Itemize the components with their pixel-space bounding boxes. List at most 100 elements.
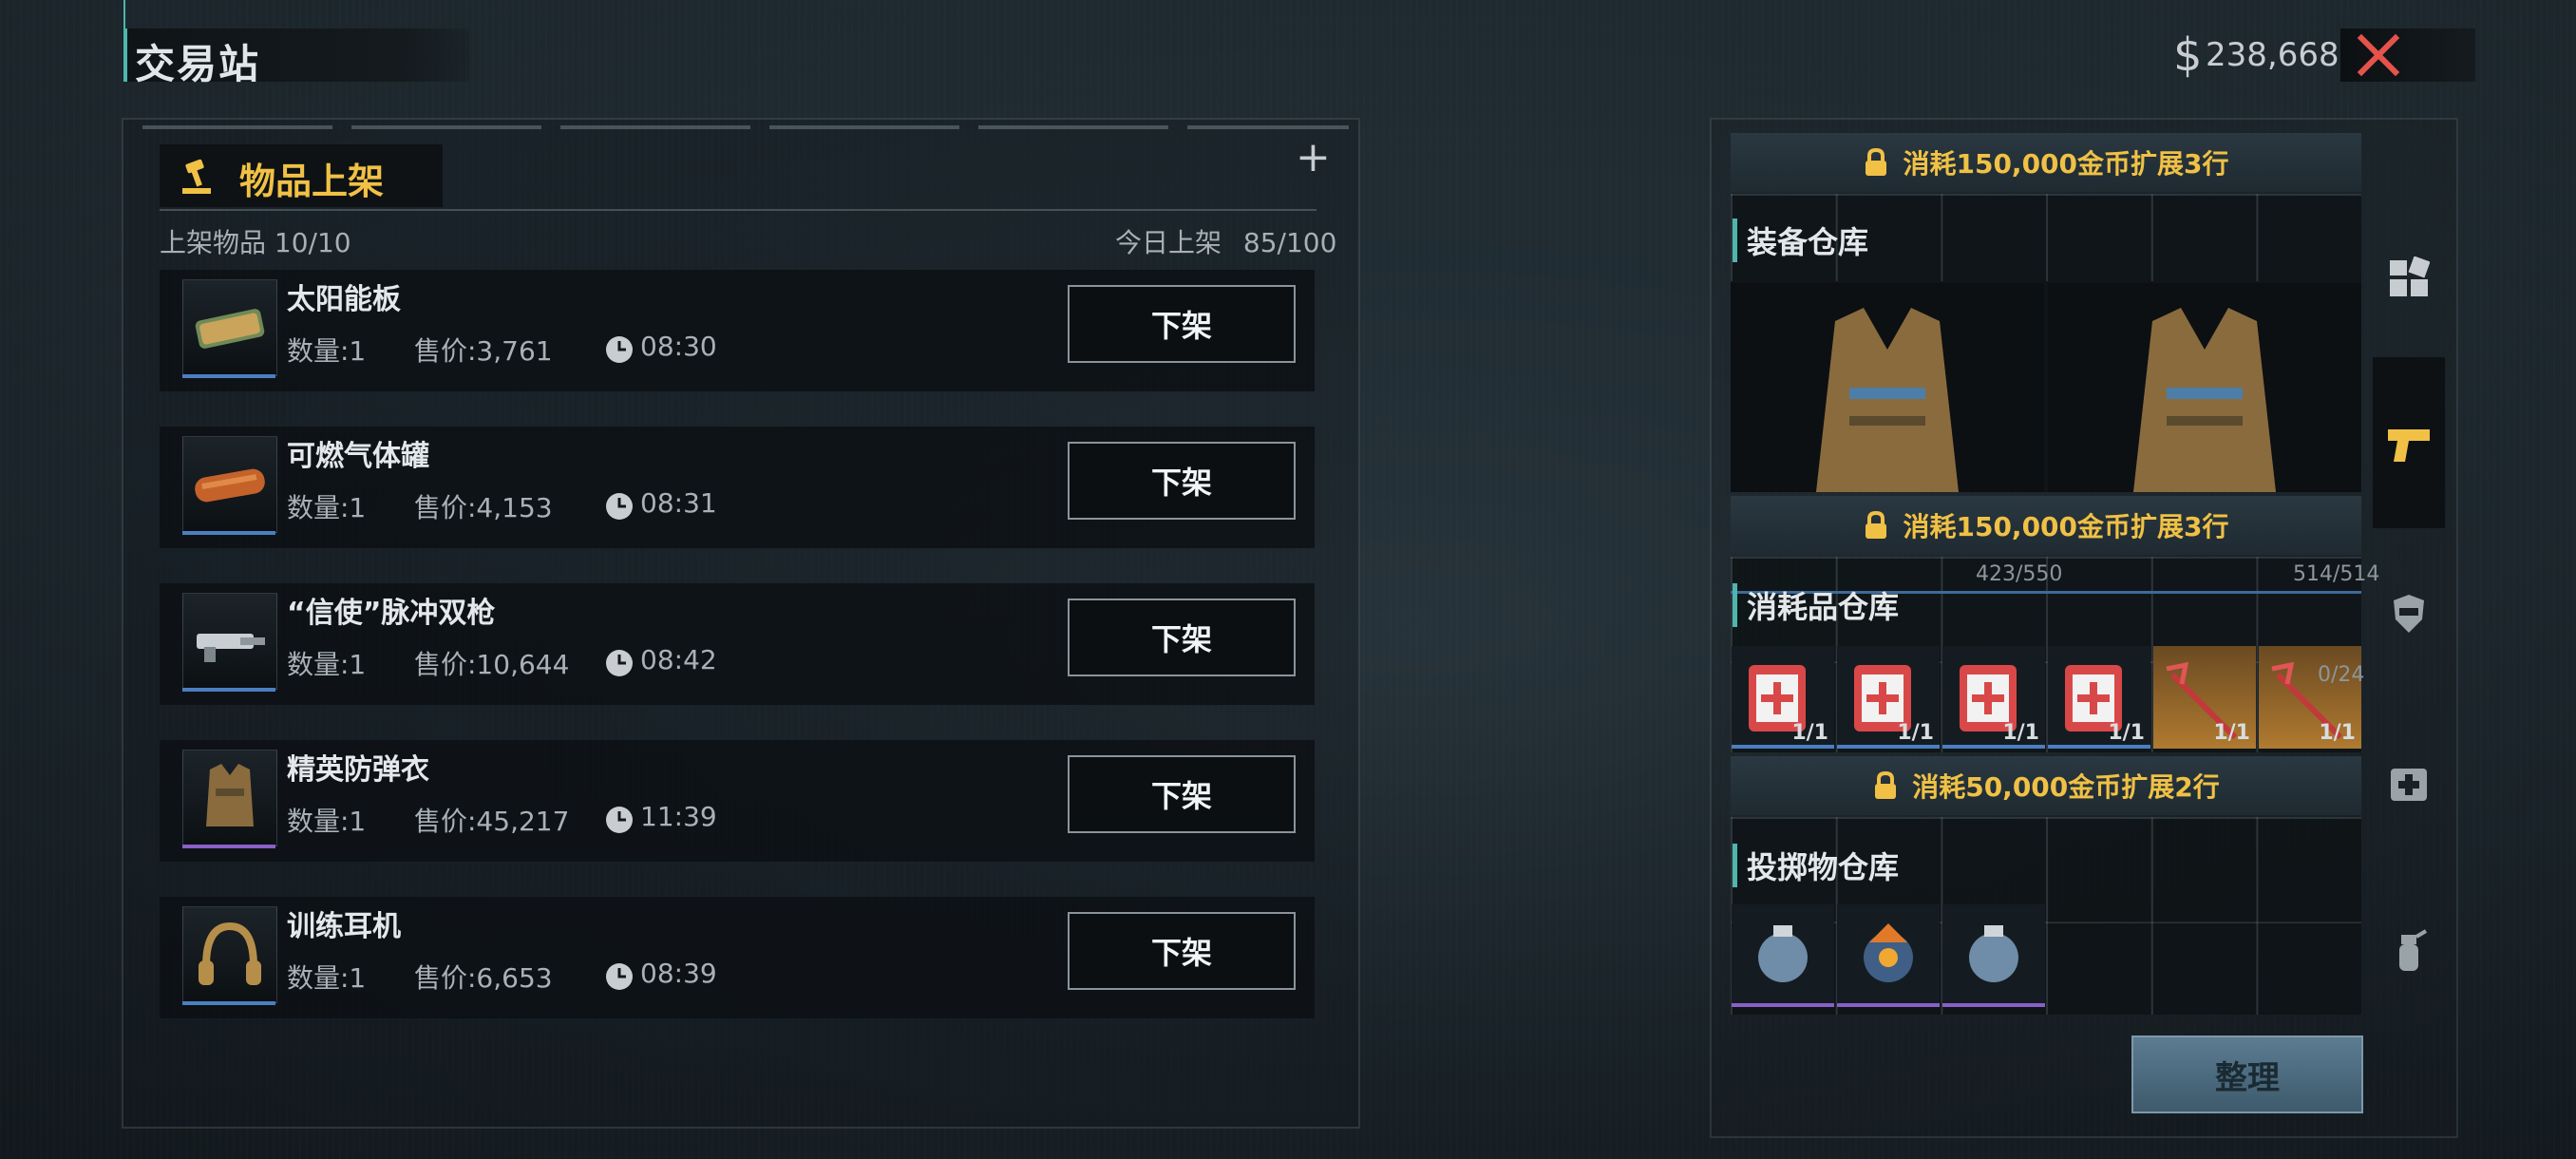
tab-all[interactable] [2375, 243, 2443, 312]
explosive-grenade-icon [1864, 923, 1913, 982]
body-armor-icon [2133, 308, 2276, 492]
rarity-bar [182, 374, 275, 378]
item-quantity: 数量:1 [287, 649, 367, 680]
expand-rows-button[interactable]: 消耗50,000金币扩展2行 [1731, 756, 2361, 815]
item-name: 训练耳机 [287, 910, 401, 943]
solar-panel-icon [195, 309, 265, 349]
listing-row: 可燃气体罐 数量:1 售价:4,153 08:31 下架 [160, 427, 1315, 548]
inventory-slot[interactable]: 0/24 1/1 [2259, 646, 2364, 749]
lock-icon [1875, 770, 1897, 799]
item-time: 08:39 [640, 958, 717, 989]
inventory-slot[interactable] [1732, 904, 1834, 1007]
tab-armor[interactable] [2375, 580, 2443, 648]
item-price: 售价:4,153 [414, 492, 553, 523]
item-time: 08:31 [640, 487, 717, 519]
item-name: “信使”脉冲双枪 [287, 597, 496, 630]
rarity-bar [182, 845, 275, 848]
slot-count: 1/1 [2213, 721, 2250, 745]
item-time: 08:42 [640, 644, 717, 675]
inventory-slot[interactable]: 1/1 [2048, 646, 2150, 749]
panel-deco-line [142, 125, 1349, 129]
clock-icon [606, 650, 633, 676]
inventory-slot[interactable] [1837, 904, 1940, 1007]
item-time: 08:30 [640, 331, 717, 362]
rarity-bar [1942, 1003, 2045, 1007]
tab-throwables[interactable] [2375, 918, 2443, 986]
today-value: 85/100 [1242, 227, 1337, 258]
inventory-slot[interactable] [2048, 283, 2361, 492]
item-thumbnail [182, 436, 277, 533]
inventory-slot[interactable]: 1/1 [1837, 646, 1940, 749]
clock-icon [606, 963, 633, 990]
rarity-bar [1732, 745, 1834, 749]
inventory-slot[interactable] [1731, 283, 2044, 492]
rarity-bar [1837, 1003, 1940, 1007]
capacity-label: 423/550 [1976, 562, 2063, 586]
listing-row: 精英防弹衣 数量:1 售价:45,217 11:39 下架 [160, 740, 1315, 862]
pulse-pistol-icon [197, 634, 265, 662]
body-armor-icon [1816, 308, 1959, 492]
helmet-icon [2394, 595, 2424, 633]
today-listed-count: 今日上架 85/100 [1115, 222, 1336, 260]
item-price: 售价:45,217 [414, 806, 570, 837]
rarity-bar [1942, 745, 2045, 749]
equipment-title: 装备仓库 [1733, 218, 1868, 262]
clock-icon [606, 807, 633, 833]
delist-button[interactable]: 下架 [1068, 598, 1296, 676]
item-quantity: 数量:1 [287, 335, 367, 367]
item-quantity: 数量:1 [287, 806, 367, 837]
inventory-slot[interactable]: 1/1 [1732, 646, 1834, 749]
page-title: 交易站 [135, 41, 261, 87]
slot-count: 1/1 [1791, 721, 1828, 745]
tab-consumables[interactable] [2375, 749, 2443, 817]
item-quantity: 数量:1 [287, 492, 367, 523]
rarity-bar [1732, 1003, 1834, 1007]
grid-icon [2390, 256, 2430, 296]
grenade-icon [1758, 925, 1808, 982]
lock-icon [1866, 510, 1887, 539]
expand-rows-button[interactable]: 消耗150,000金币扩展3行 [1731, 133, 2361, 192]
throwable-title: 投掷物仓库 [1733, 844, 1899, 887]
item-time: 11:39 [640, 801, 717, 832]
item-price: 售价:10,644 [414, 649, 570, 680]
plus-icon: + [1296, 133, 1331, 181]
inventory-slot[interactable]: 1/1 [2153, 646, 2256, 749]
item-name: 太阳能板 [287, 283, 401, 316]
consumable-title: 消耗品仓库 [1733, 583, 1899, 627]
today-label: 今日上架 [1115, 227, 1222, 258]
inventory-slot[interactable]: 1/1 [1942, 646, 2045, 749]
listing-row: 训练耳机 数量:1 售价:6,653 08:39 下架 [160, 897, 1315, 1018]
grenade-icon [1969, 925, 2018, 982]
gavel-icon [182, 159, 211, 194]
tab-weapons[interactable] [2375, 410, 2443, 479]
delist-button[interactable]: 下架 [1068, 912, 1296, 990]
delist-button[interactable]: 下架 [1068, 442, 1296, 520]
section-divider [160, 209, 1316, 211]
lock-icon [1866, 147, 1887, 176]
gas-canister-icon [195, 468, 265, 503]
close-icon[interactable] [2352, 28, 2405, 82]
delist-button[interactable]: 下架 [1068, 755, 1296, 833]
capacity-label: 514/514 [2293, 562, 2380, 586]
headset-icon [199, 922, 261, 985]
inventory-slot[interactable] [1942, 904, 2045, 1007]
expand-rows-label: 消耗150,000金币扩展3行 [1903, 511, 2229, 542]
currency-balance: 238,668 [2206, 36, 2339, 74]
item-thumbnail [182, 279, 277, 376]
item-name: 精英防弹衣 [287, 753, 429, 787]
item-price: 售价:3,761 [414, 335, 553, 367]
body-armor-icon [206, 764, 254, 826]
item-thumbnail [182, 906, 277, 1003]
medkit-icon [2391, 769, 2427, 801]
rarity-bar [182, 688, 275, 692]
sort-button[interactable]: 整理 [2131, 1036, 2363, 1113]
item-price: 售价:6,653 [414, 962, 553, 994]
listing-row: 太阳能板 数量:1 售价:3,761 08:30 下架 [160, 270, 1315, 391]
delist-button[interactable]: 下架 [1068, 285, 1296, 363]
clock-icon [606, 336, 633, 363]
pistol-icon [2388, 429, 2430, 462]
slot-count: 1/1 [2319, 721, 2356, 745]
grenade-icon [2399, 929, 2428, 971]
rarity-bar [1837, 745, 1940, 749]
expand-rows-button[interactable]: 消耗150,000金币扩展3行 [1731, 496, 2361, 555]
